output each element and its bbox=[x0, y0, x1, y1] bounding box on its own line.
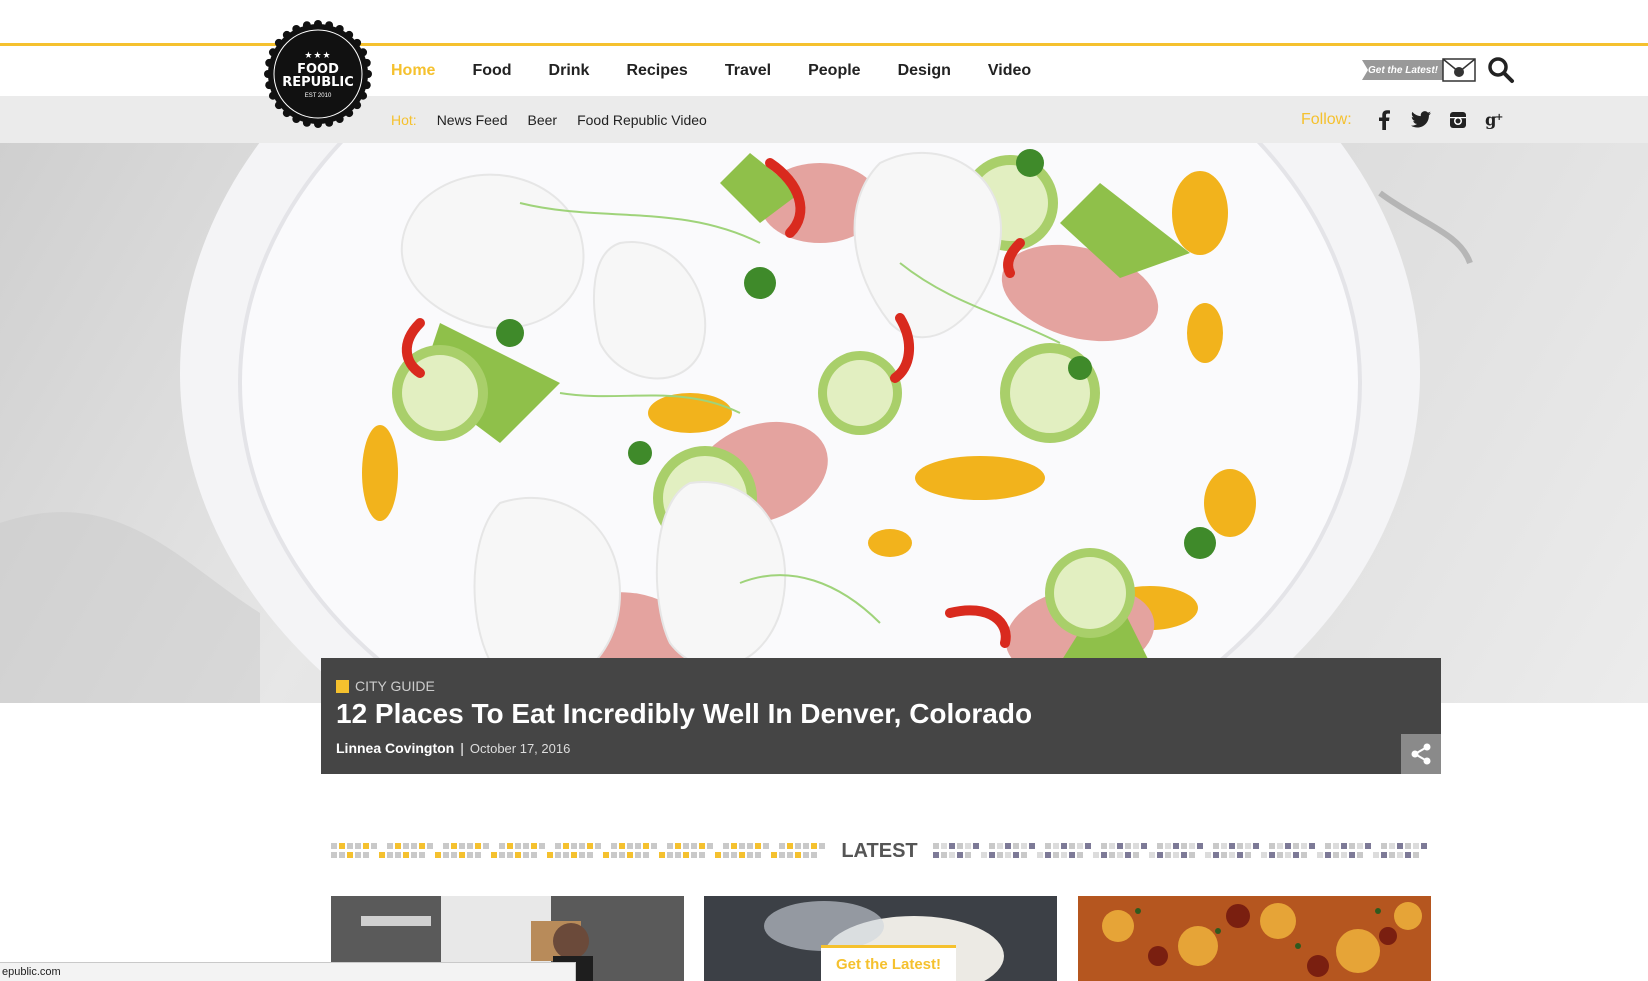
hot-link-beer[interactable]: Beer bbox=[528, 112, 558, 128]
site-logo[interactable]: ★★★ FOOD REPUBLIC EST 2010 bbox=[264, 20, 372, 128]
browser-status-url: epublic.com bbox=[0, 962, 576, 981]
get-latest-floating-button[interactable]: Get the Latest! bbox=[821, 945, 956, 981]
hot-link-news-feed[interactable]: News Feed bbox=[437, 112, 508, 128]
hero-caption[interactable]: CITY GUIDE 12 Places To Eat Incredibly W… bbox=[321, 658, 1441, 774]
latest-card-3[interactable] bbox=[1078, 896, 1431, 981]
share-icon bbox=[1411, 743, 1431, 765]
latest-section-header: LATEST bbox=[331, 840, 1429, 864]
main-nav: Home Food Drink Recipes Travel People De… bbox=[391, 46, 1068, 96]
category-tag[interactable]: CITY GUIDE bbox=[336, 678, 435, 694]
logo-line-2: REPUBLIC bbox=[282, 74, 354, 90]
latest-dots-left bbox=[331, 843, 825, 858]
author-name[interactable]: Linnea Covington bbox=[336, 740, 454, 756]
nav-video[interactable]: Video bbox=[988, 62, 1031, 80]
logo-est: EST 2010 bbox=[304, 92, 332, 99]
logo-stars: ★★★ bbox=[304, 49, 332, 60]
instagram-icon[interactable] bbox=[1448, 110, 1468, 130]
article-title[interactable]: 12 Places To Eat Incredibly Well In Denv… bbox=[336, 698, 1032, 730]
byline: Linnea Covington | October 17, 2016 bbox=[336, 740, 570, 756]
facebook-icon[interactable] bbox=[1374, 109, 1394, 130]
category-label: CITY GUIDE bbox=[355, 678, 435, 694]
follow-bar: Follow: g + bbox=[1301, 96, 1522, 143]
hot-links: Hot: News Feed Beer Food Republic Video bbox=[391, 96, 727, 143]
svg-text:+: + bbox=[1495, 112, 1503, 123]
nav-recipes[interactable]: Recipes bbox=[626, 62, 687, 80]
hero-image[interactable] bbox=[0, 143, 1648, 703]
category-square bbox=[336, 679, 349, 693]
nav-food[interactable]: Food bbox=[472, 62, 511, 80]
publish-date: October 17, 2016 bbox=[469, 740, 571, 756]
top-bar bbox=[0, 0, 1648, 46]
nav-people[interactable]: People bbox=[808, 62, 860, 80]
nav-design[interactable]: Design bbox=[898, 62, 951, 80]
latest-dots-right bbox=[933, 843, 1427, 858]
mail-icon[interactable] bbox=[1442, 58, 1476, 82]
byline-separator: | bbox=[460, 740, 464, 756]
nav-travel[interactable]: Travel bbox=[725, 62, 771, 80]
hot-label: Hot: bbox=[391, 111, 417, 128]
follow-label: Follow: bbox=[1301, 110, 1352, 128]
search-icon[interactable] bbox=[1487, 56, 1515, 84]
nav-drink[interactable]: Drink bbox=[549, 62, 590, 80]
logo-line-1: FOOD bbox=[297, 61, 339, 77]
get-latest-badge[interactable]: Get the Latest! bbox=[1362, 60, 1444, 80]
latest-label: LATEST bbox=[841, 840, 918, 862]
share-button[interactable] bbox=[1401, 734, 1441, 774]
nav-home[interactable]: Home bbox=[391, 62, 435, 80]
google-plus-icon[interactable]: g + bbox=[1485, 110, 1505, 130]
twitter-icon[interactable] bbox=[1410, 110, 1431, 130]
hot-link-food-republic-video[interactable]: Food Republic Video bbox=[577, 112, 707, 128]
